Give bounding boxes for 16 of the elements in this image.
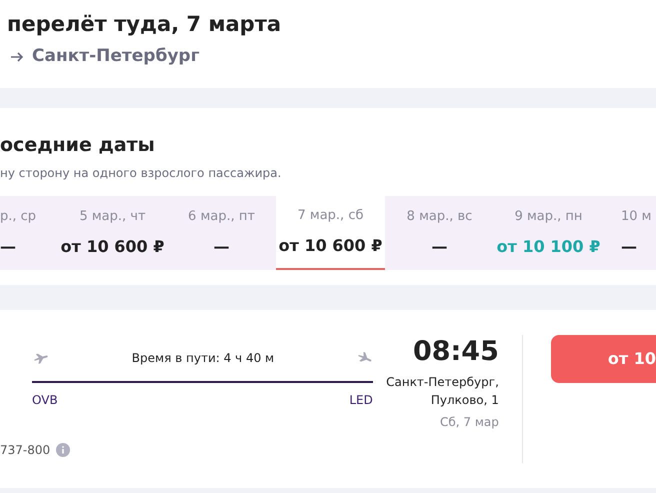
info-icon[interactable] [56,443,70,457]
takeoff-plane-icon [33,352,49,364]
landing-plane-icon [356,352,373,364]
arrival-airport: Санкт-Петербург, Пулково, 1 [386,374,499,409]
arrival-date: Сб, 7 мар [440,414,499,431]
section-subtitle: ну сторону на одного взрослого пассажира. [0,165,282,182]
departure-code: OVB [32,392,58,409]
aircraft-model: 737-800 [0,442,50,459]
section-title: оседние даты [0,133,156,158]
arrival-code: LED [349,392,373,409]
date-tab[interactable]: 7 мар., сб от 10 600 ₽ [276,196,385,270]
travel-duration: Время в пути: 4 ч 40 м [132,350,274,367]
destination-city: Санкт-Петербург [32,45,200,68]
arrow-right-icon [10,50,24,63]
page-title: перелёт туда, 7 марта [7,11,282,38]
arrival-time: 08:45 [412,335,499,369]
